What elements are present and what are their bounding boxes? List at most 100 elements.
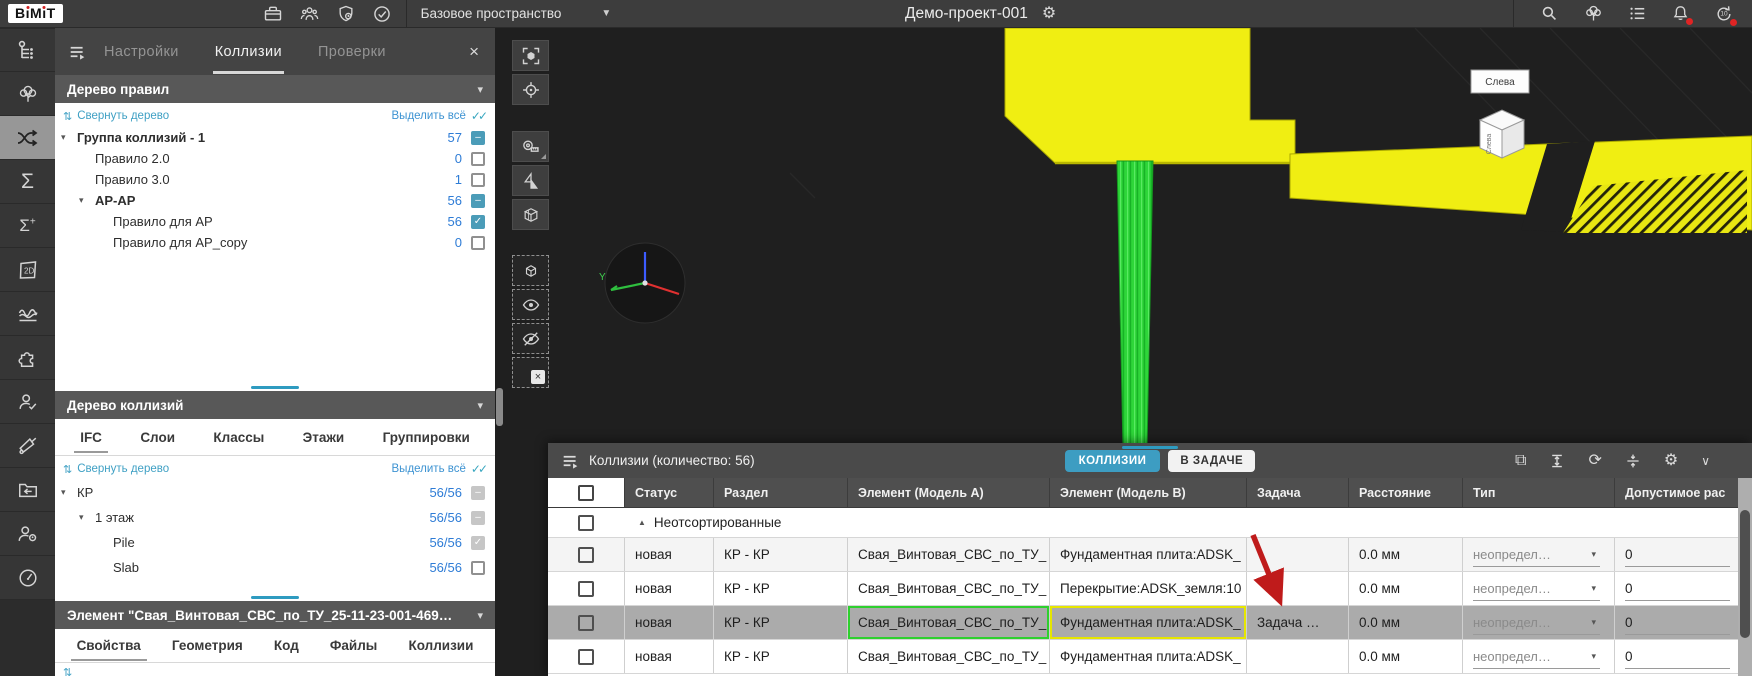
rail-totals-add-button[interactable]: Σ+ bbox=[0, 204, 55, 248]
table-scrollbar-thumb[interactable] bbox=[1740, 510, 1750, 638]
panel-resize-handle[interactable] bbox=[55, 594, 495, 601]
select-all-button[interactable]: Выделить всё✓✓ bbox=[392, 109, 485, 123]
pile-model-green[interactable] bbox=[1117, 161, 1153, 448]
select-all-checkbox[interactable] bbox=[578, 485, 594, 501]
rail-plugins-button[interactable] bbox=[0, 336, 55, 380]
rail-scenes-button[interactable] bbox=[0, 72, 55, 116]
rail-construction-button[interactable] bbox=[0, 424, 55, 468]
table-scrollbar[interactable] bbox=[1738, 478, 1752, 676]
checkbox[interactable] bbox=[471, 152, 485, 166]
column-header-8[interactable]: Допустимое рас bbox=[1614, 478, 1752, 507]
tree-item[interactable]: Pile56/56✓ bbox=[55, 530, 495, 555]
select-all-button[interactable]: Выделить всё✓✓ bbox=[392, 462, 485, 476]
rail-collisions-button[interactable] bbox=[0, 116, 55, 160]
column-header-2[interactable]: Раздел bbox=[713, 478, 847, 507]
column-header-4[interactable]: Элемент (Модель B) bbox=[1049, 478, 1246, 507]
section-plane-button[interactable] bbox=[512, 165, 549, 196]
tab-layers[interactable]: Слои bbox=[138, 424, 177, 451]
group-checkbox[interactable] bbox=[578, 515, 594, 531]
close-icon[interactable]: × bbox=[469, 42, 479, 62]
view-cube[interactable]: Слева Слева bbox=[1471, 70, 1529, 158]
section-box-button[interactable] bbox=[512, 199, 549, 230]
checkbox[interactable] bbox=[471, 561, 485, 575]
collision-row[interactable]: новаяКР - КРСвая_Винтовая_СВС_по_ТУ_Пере… bbox=[548, 572, 1752, 606]
checkbox[interactable]: ✓ bbox=[471, 536, 485, 550]
tab-code[interactable]: Код bbox=[272, 632, 301, 659]
allowed-distance-input[interactable]: 0 bbox=[1625, 645, 1730, 669]
column-header-3[interactable]: Элемент (Модель A) bbox=[847, 478, 1049, 507]
search-icon[interactable] bbox=[1540, 4, 1559, 23]
type-dropdown[interactable]: неопредел…▾ bbox=[1473, 577, 1600, 601]
collapse-panel-chevron-icon[interactable]: ∨ bbox=[1701, 455, 1710, 467]
rail-export-button[interactable] bbox=[0, 468, 55, 512]
checkbox[interactable]: ✓ bbox=[471, 215, 485, 229]
team-icon[interactable] bbox=[299, 4, 320, 24]
table-settings-gear-icon[interactable]: ⚙ bbox=[1664, 453, 1678, 469]
model-tree-icon[interactable] bbox=[1583, 3, 1604, 24]
allowed-distance-input[interactable]: 0 bbox=[1625, 543, 1730, 567]
rail-2d-view-button[interactable]: 2D bbox=[0, 248, 55, 292]
briefcase-icon[interactable] bbox=[263, 4, 283, 24]
clear-selection-button[interactable]: × bbox=[512, 357, 549, 388]
tree-item[interactable]: ▾КР56/56– bbox=[55, 480, 495, 505]
column-header-6[interactable]: Расстояние bbox=[1348, 478, 1462, 507]
tree-item[interactable]: Slab56/56 bbox=[55, 555, 495, 580]
column-header-5[interactable]: Задача bbox=[1246, 478, 1348, 507]
hide-selected-button[interactable] bbox=[512, 323, 549, 354]
row-checkbox[interactable] bbox=[578, 581, 594, 597]
collapse-rows-icon[interactable] bbox=[1625, 453, 1641, 469]
tree-item[interactable]: ▾1 этаж56/56– bbox=[55, 505, 495, 530]
in-task-toggle-button[interactable]: В ЗАДАЧЕ bbox=[1168, 450, 1255, 472]
row-checkbox[interactable] bbox=[578, 649, 594, 665]
tree-item[interactable]: ▾АР-АР56– bbox=[55, 190, 495, 211]
checkbox[interactable] bbox=[471, 173, 485, 187]
caret-down-icon[interactable]: ▾ bbox=[79, 195, 95, 206]
zoom-fit-button[interactable] bbox=[512, 40, 549, 71]
rail-totals-button[interactable]: Σ bbox=[0, 160, 55, 204]
tab-floors[interactable]: Этажи bbox=[301, 424, 347, 451]
notifications-bell-icon[interactable] bbox=[1671, 4, 1690, 23]
caret-down-icon[interactable]: ▾ bbox=[79, 512, 95, 523]
selection-cube-button[interactable] bbox=[512, 255, 549, 286]
collisions-toggle-button[interactable]: КОЛЛИЗИИ bbox=[1065, 450, 1161, 472]
checkbox[interactable]: – bbox=[471, 194, 485, 208]
tab-files[interactable]: Файлы bbox=[328, 632, 379, 659]
panel-scrollbar[interactable] bbox=[496, 388, 503, 426]
list-icon[interactable] bbox=[1628, 4, 1647, 23]
collision-row[interactable]: новаяКР - КРСвая_Винтовая_СВС_по_ТУ_Фунд… bbox=[548, 538, 1752, 572]
caret-down-icon[interactable]: ▾ bbox=[61, 132, 77, 143]
type-dropdown[interactable]: неопредел…▾ bbox=[1473, 611, 1600, 635]
caret-down-icon[interactable]: ▾ bbox=[61, 487, 77, 498]
panel-menu-icon[interactable] bbox=[69, 44, 86, 60]
panel-resize-handle[interactable] bbox=[55, 384, 495, 391]
collapse-tree-button[interactable]: ⇅Свернуть дерево bbox=[63, 110, 169, 123]
element-section-header[interactable]: Элемент "Свая_Винтовая_СВС_по_ТУ_25-11-2… bbox=[55, 601, 495, 629]
row-checkbox[interactable] bbox=[578, 547, 594, 563]
tab-ifc[interactable]: IFC bbox=[78, 424, 104, 451]
check-circle-icon[interactable] bbox=[372, 4, 392, 24]
tab-classes[interactable]: Классы bbox=[211, 424, 266, 451]
tab-groupings[interactable]: Группировки bbox=[381, 424, 472, 451]
sync-icon[interactable]: 10 bbox=[1714, 4, 1734, 24]
rail-staff-button[interactable] bbox=[0, 512, 55, 556]
column-header-7[interactable]: Тип bbox=[1462, 478, 1614, 507]
measure-button[interactable] bbox=[512, 131, 549, 162]
rail-approvals-button[interactable] bbox=[0, 380, 55, 424]
tab-properties[interactable]: Свойства bbox=[75, 632, 143, 659]
shield-clock-icon[interactable] bbox=[336, 4, 356, 24]
locate-button[interactable] bbox=[512, 74, 549, 105]
tab-geometry[interactable]: Геометрия bbox=[170, 632, 245, 659]
project-settings-gear-icon[interactable]: ⚙ bbox=[1042, 6, 1056, 22]
rail-dashboard-button[interactable] bbox=[0, 556, 55, 600]
slab-model-yellow[interactable] bbox=[1005, 28, 1752, 233]
rules-tree-header[interactable]: Дерево правил ▾ bbox=[55, 75, 495, 103]
show-selected-button[interactable] bbox=[512, 289, 549, 320]
rail-model-structure-button[interactable] bbox=[0, 28, 55, 72]
checkbox[interactable]: – bbox=[471, 511, 485, 525]
navigation-gizmo[interactable]: Y bbox=[599, 243, 685, 323]
tab-collisions-sub[interactable]: Коллизии bbox=[406, 632, 475, 659]
tree-item[interactable]: Правило 2.00 bbox=[55, 148, 495, 169]
tree-item[interactable]: Правило 3.01 bbox=[55, 169, 495, 190]
tree-item[interactable]: ▾Группа коллизий - 157– bbox=[55, 127, 495, 148]
tab-collisions[interactable]: Коллизии bbox=[213, 29, 284, 74]
